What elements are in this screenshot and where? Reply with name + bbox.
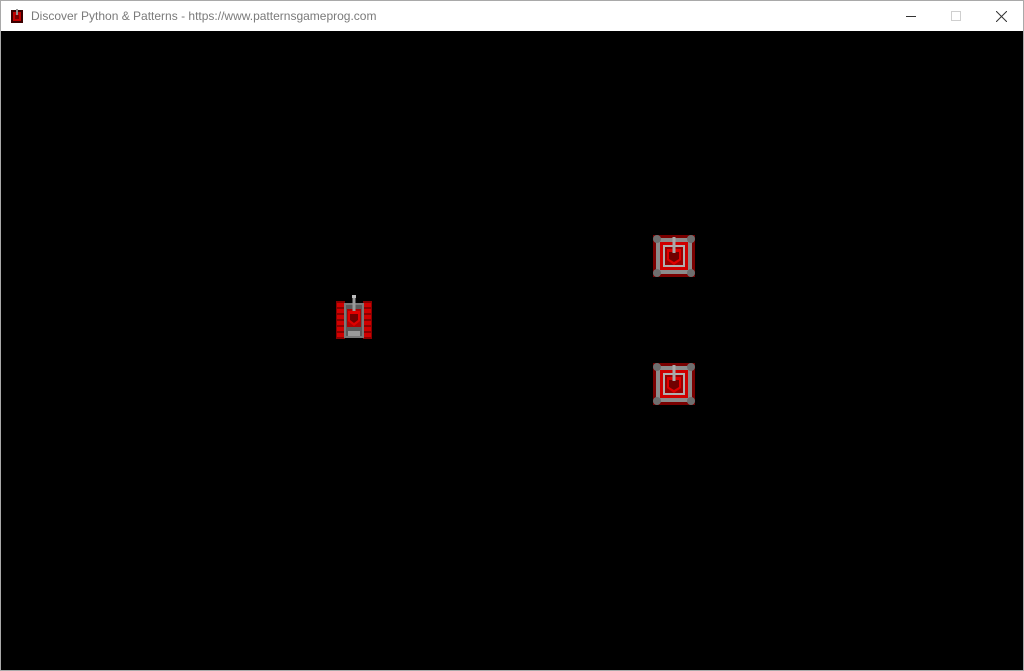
close-button[interactable] <box>978 1 1024 31</box>
tank-icon <box>335 295 373 345</box>
tank-app-icon <box>11 9 23 23</box>
app-window: Discover Python & Patterns - https://www… <box>0 0 1024 671</box>
title-bar[interactable]: Discover Python & Patterns - https://www… <box>1 1 1023 31</box>
minimize-icon <box>906 11 916 21</box>
window-title: Discover Python & Patterns - https://www… <box>31 9 377 23</box>
tower-icon <box>651 235 697 283</box>
enemy-tower <box>651 361 697 407</box>
maximize-button[interactable] <box>933 1 979 31</box>
player-tank <box>335 295 373 341</box>
game-canvas[interactable] <box>1 31 1023 670</box>
tower-icon <box>651 363 697 411</box>
close-icon <box>995 10 1007 22</box>
enemy-tower <box>651 233 697 279</box>
minimize-button[interactable] <box>888 1 934 31</box>
maximize-icon <box>951 11 961 21</box>
